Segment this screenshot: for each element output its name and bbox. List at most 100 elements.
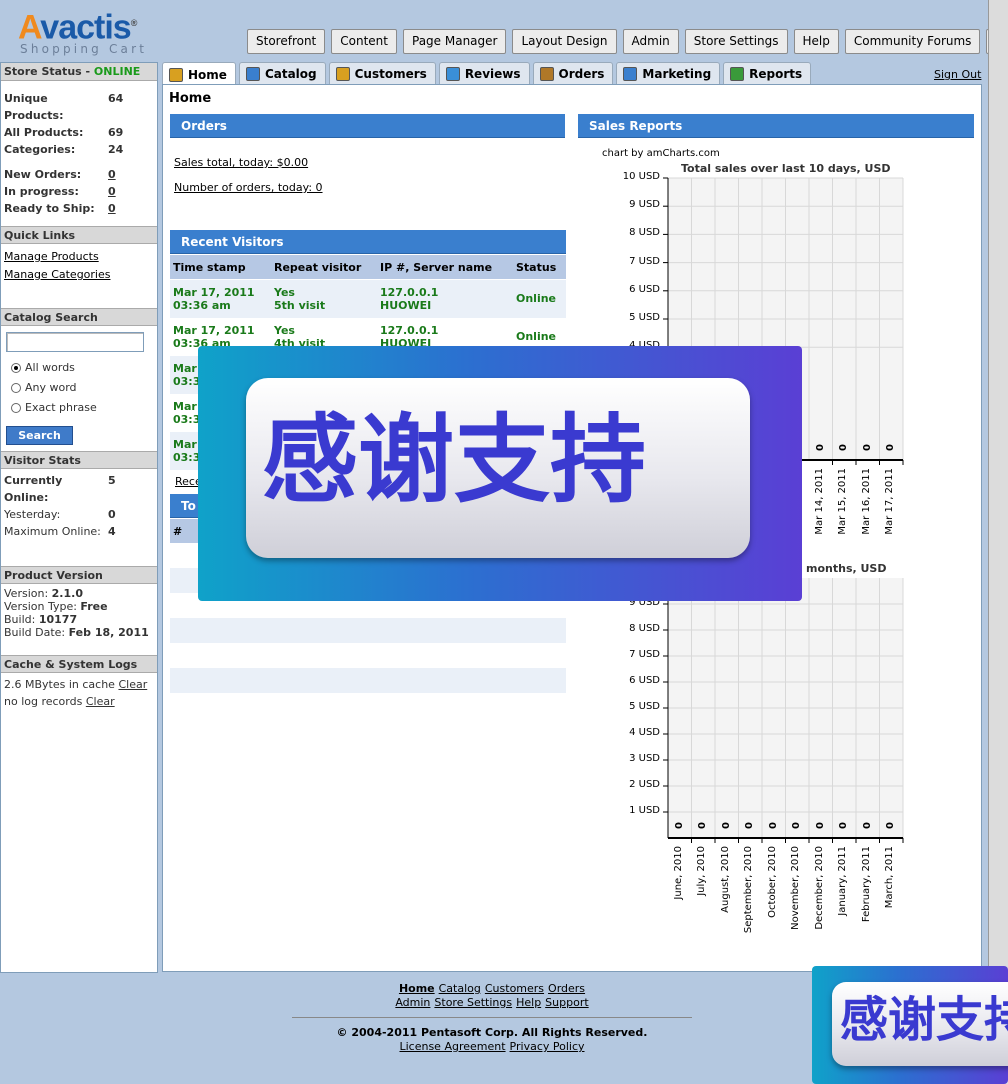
clear-cache-link[interactable]: Clear	[118, 678, 147, 691]
x-tick-label: August, 2010	[719, 846, 731, 913]
footer: Home Catalog Customers Orders Admin Store Se…	[162, 982, 822, 1054]
y-tick-label: 6 USD	[629, 675, 660, 686]
x-tick-label: June, 2010	[672, 846, 684, 900]
quick-links-header: Quick Links	[1, 226, 157, 244]
avactis-logo: Avactis® Shopping Cart	[18, 6, 168, 57]
topnav-community-forums-button[interactable]: Community Forums	[844, 29, 981, 54]
y-tick-label: 7 USD	[629, 649, 660, 660]
y-tick-label: 5 USD	[629, 701, 660, 712]
radio-exact-phrase[interactable]: Exact phrase	[1, 398, 157, 418]
tab-marketing[interactable]: Marketing	[616, 62, 721, 85]
thanks-banner-small: 感谢支持	[812, 966, 1008, 1084]
sidebar-stats-row: Unique Products: 64	[4, 92, 124, 122]
chart-credit: chart by amCharts.com	[602, 148, 720, 159]
x-tick-label: Mar 16, 2011	[860, 468, 872, 535]
topnav-layout-design-button[interactable]: Layout Design	[512, 29, 617, 54]
topnav-storefront-button[interactable]: Storefront	[247, 29, 326, 54]
radio-all-words[interactable]: All words	[1, 358, 157, 378]
topnav-store-settings-button[interactable]: Store Settings	[684, 29, 788, 54]
currently-online-count: 5	[108, 474, 116, 487]
sidebar-stats-row: All Products: 69	[4, 126, 124, 139]
radio-dot-icon	[11, 403, 21, 413]
tab-customers[interactable]: Customers	[328, 62, 436, 85]
home-icon	[169, 67, 183, 82]
sign-out-link[interactable]: Sign Out	[934, 68, 981, 81]
clear-logs-link[interactable]: Clear	[86, 695, 115, 708]
logo-subtitle: Shopping Cart	[20, 42, 148, 57]
x-tick-label: Mar 17, 2011	[884, 468, 896, 535]
x-tick-label: September, 2010	[743, 846, 755, 934]
data-label: 0	[791, 822, 803, 829]
page-title: Home	[169, 91, 212, 106]
tab-catalog[interactable]: Catalog	[238, 62, 326, 85]
table-row: Mar 17, 2011 03:36 am Yes 5th visit 127.0.…	[170, 280, 566, 318]
orders-header: Orders	[170, 114, 565, 138]
data-label: 0	[885, 444, 897, 451]
topnav-admin-button[interactable]: Admin	[622, 29, 679, 54]
search-button[interactable]: Search	[6, 426, 73, 445]
sidebar-stats-row: Categories: 24	[4, 143, 124, 156]
sales-total-link[interactable]: Sales total, today: $0.00	[174, 156, 308, 169]
y-tick-label: 5 USD	[629, 312, 660, 323]
topnav-page-manager-button[interactable]: Page Manager	[403, 29, 507, 54]
data-label: 0	[885, 822, 897, 829]
sidebar: Store Status - ONLINE Unique Products: 64…	[0, 62, 158, 973]
catalog-icon	[245, 67, 260, 81]
sidebar-orders-row: In progress: 0	[4, 185, 116, 198]
x-tick-label: Mar 15, 2011	[837, 468, 849, 535]
catalog-search-header: Catalog Search	[1, 308, 157, 326]
y-tick-label: 4 USD	[629, 727, 660, 738]
topnav-content-button[interactable]: Content	[331, 29, 397, 54]
store-status-header: Store Status - ONLINE	[1, 63, 157, 81]
num-orders-link[interactable]: Number of orders, today: 0	[174, 181, 323, 194]
license-agreement-link[interactable]: License Agreement	[399, 1040, 505, 1053]
recent-visitors-header: Recent Visitors	[170, 230, 566, 254]
x-tick-label: March, 2011	[884, 846, 896, 909]
y-tick-label: 10 USD	[622, 171, 660, 182]
manage-categories-link[interactable]: Manage Categories	[1, 266, 157, 284]
main-tabs: Home Catalog Customers Reviews Orders Marketi…	[162, 62, 812, 86]
footer-catalog-link[interactable]: Catalog	[439, 982, 481, 995]
marketing-icon	[623, 67, 638, 81]
tab-home[interactable]: Home	[162, 62, 236, 86]
tab-reviews[interactable]: Reviews	[438, 62, 530, 85]
y-tick-label: 6 USD	[629, 283, 660, 295]
catalog-search-input[interactable]	[6, 332, 144, 352]
tab-orders[interactable]: Orders	[532, 62, 614, 85]
data-label: 0	[720, 822, 732, 829]
footer-home-link[interactable]: Home	[399, 982, 435, 995]
footer-help-link[interactable]: Help	[516, 996, 541, 1009]
footer-admin-link[interactable]: Admin	[395, 996, 430, 1009]
data-label: 0	[744, 822, 756, 829]
privacy-policy-link[interactable]: Privacy Policy	[510, 1040, 585, 1053]
topnav-help-button[interactable]: Help	[793, 29, 839, 54]
vertical-scrollbar[interactable]	[988, 0, 1008, 1084]
footer-store-settings-link[interactable]: Store Settings	[434, 996, 512, 1009]
product-version-header: Product Version	[1, 566, 157, 584]
y-tick-label: 2 USD	[629, 779, 660, 790]
footer-support-link[interactable]: Support	[545, 996, 588, 1009]
x-tick-label: July, 2010	[696, 846, 708, 896]
footer-orders-link[interactable]: Orders	[548, 982, 585, 995]
visitors-table-header: Time stamp Repeat visitor IP #, Server n…	[170, 255, 566, 279]
data-label: 0	[838, 822, 850, 829]
radio-any-word[interactable]: Any word	[1, 378, 157, 398]
x-tick-label: December, 2010	[813, 846, 825, 930]
y-tick-label: 9 USD	[629, 199, 660, 211]
y-tick-label: 8 USD	[629, 227, 660, 239]
thanks-banner-overlay: 感谢支持	[198, 346, 802, 601]
footer-customers-link[interactable]: Customers	[485, 982, 544, 995]
tab-reports[interactable]: Reports	[723, 62, 812, 85]
x-tick-label: October, 2010	[766, 846, 778, 918]
x-tick-label: November, 2010	[790, 846, 802, 930]
table-row	[170, 618, 566, 643]
visitor-stats-header: Visitor Stats	[1, 451, 157, 469]
data-label: 0	[814, 822, 826, 829]
manage-products-link[interactable]: Manage Products	[1, 248, 157, 266]
y-tick-label: 3 USD	[629, 753, 660, 764]
data-label: 0	[861, 444, 873, 451]
radio-dot-icon	[11, 383, 21, 393]
table-row	[170, 668, 566, 693]
data-label: 0	[767, 822, 779, 829]
data-label: 0	[814, 444, 826, 451]
